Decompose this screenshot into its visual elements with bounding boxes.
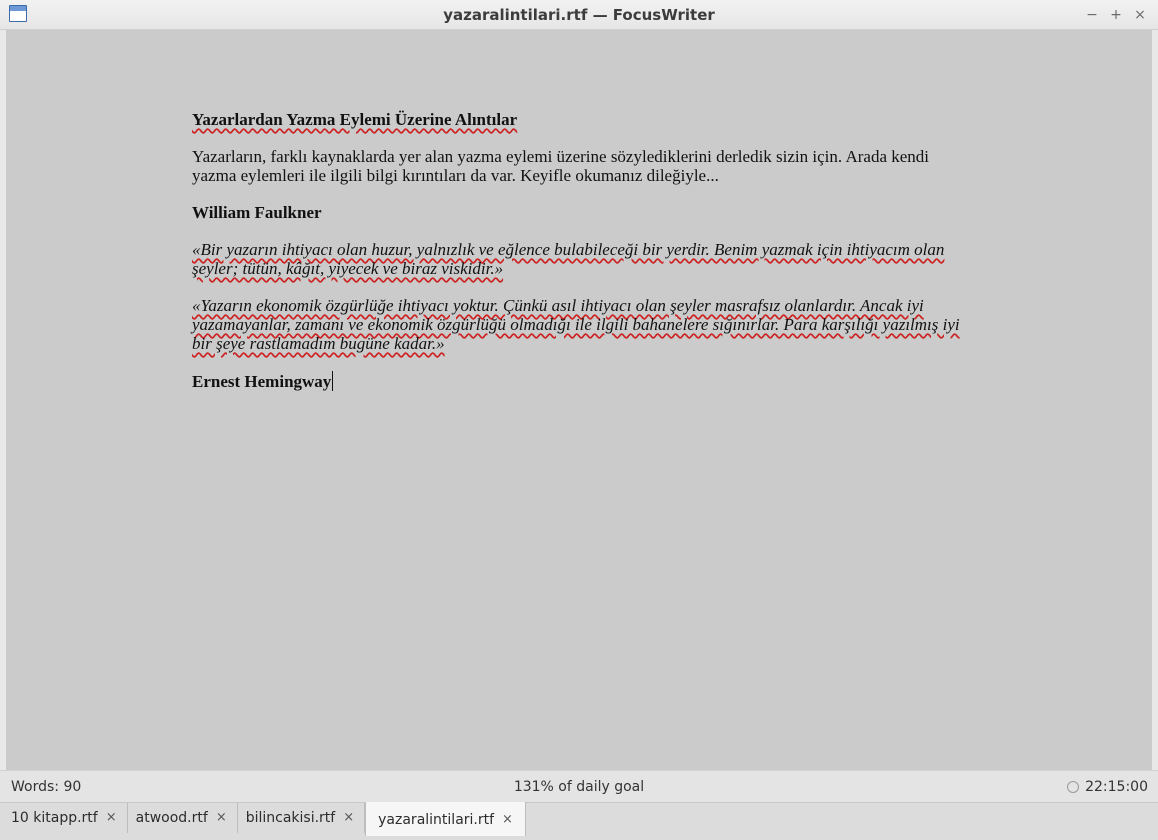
text-cursor bbox=[332, 371, 334, 391]
maximize-button[interactable]: + bbox=[1110, 0, 1122, 30]
word-count: Words: 90 bbox=[11, 779, 82, 795]
close-button[interactable]: × bbox=[1134, 0, 1146, 30]
tab-yazaralintilari[interactable]: yazaralintilari.rtf × bbox=[365, 802, 526, 836]
tab-label: 10 kitapp.rtf bbox=[11, 810, 98, 826]
tab-atwood[interactable]: atwood.rtf × bbox=[128, 803, 238, 833]
daily-goal-status: 131% of daily goal bbox=[513, 779, 645, 795]
quote-paragraph: «Yazarın ekonomik özgürlüğe ihtiyacı yok… bbox=[192, 296, 960, 353]
author-name: Ernest Hemingway bbox=[192, 372, 332, 391]
timer-icon[interactable] bbox=[1067, 781, 1080, 793]
document-heading: Yazarlardan Yazma Eylemi Üzerine Alıntıl… bbox=[192, 110, 518, 129]
tab-10-kitapp[interactable]: 10 kitapp.rtf × bbox=[3, 803, 128, 833]
author-name: William Faulkner bbox=[192, 203, 322, 222]
tab-close-icon[interactable]: × bbox=[502, 805, 513, 835]
tab-close-icon[interactable]: × bbox=[343, 803, 354, 833]
window-title: yazaralintilari.rtf — FocusWriter bbox=[443, 6, 715, 24]
document-text[interactable]: Yazarlardan Yazma Eylemi Üzerine Alıntıl… bbox=[192, 110, 962, 409]
tab-label: bilincakisi.rtf bbox=[245, 810, 336, 826]
quote-paragraph: «Bir yazarın ihtiyacı olan huzur, yalnız… bbox=[192, 240, 945, 278]
clock-time: 22:15:00 bbox=[1085, 779, 1148, 795]
editor-area[interactable]: Yazarlardan Yazma Eylemi Üzerine Alıntıl… bbox=[6, 30, 1152, 770]
author-name-line: Ernest Hemingway bbox=[192, 371, 962, 391]
window-controls: − + × bbox=[1086, 0, 1146, 30]
document-tab-bar: 10 kitapp.rtf × atwood.rtf × bilincakisi… bbox=[0, 802, 1158, 840]
clock-area: 22:15:00 bbox=[1067, 771, 1148, 803]
minimize-button[interactable]: − bbox=[1086, 0, 1098, 30]
status-bar: 131% of daily goal Words: 90 22:15:00 bbox=[0, 770, 1158, 802]
tab-label: yazaralintilari.rtf bbox=[378, 812, 495, 828]
tab-bilincakisi[interactable]: bilincakisi.rtf × bbox=[238, 803, 366, 833]
tab-close-icon[interactable]: × bbox=[216, 803, 227, 833]
intro-paragraph: Yazarların, farklı kaynaklarda yer alan … bbox=[192, 147, 930, 185]
tab-label: atwood.rtf bbox=[135, 810, 208, 826]
tab-close-icon[interactable]: × bbox=[106, 803, 117, 833]
title-bar: yazaralintilari.rtf — FocusWriter − + × bbox=[0, 0, 1158, 30]
